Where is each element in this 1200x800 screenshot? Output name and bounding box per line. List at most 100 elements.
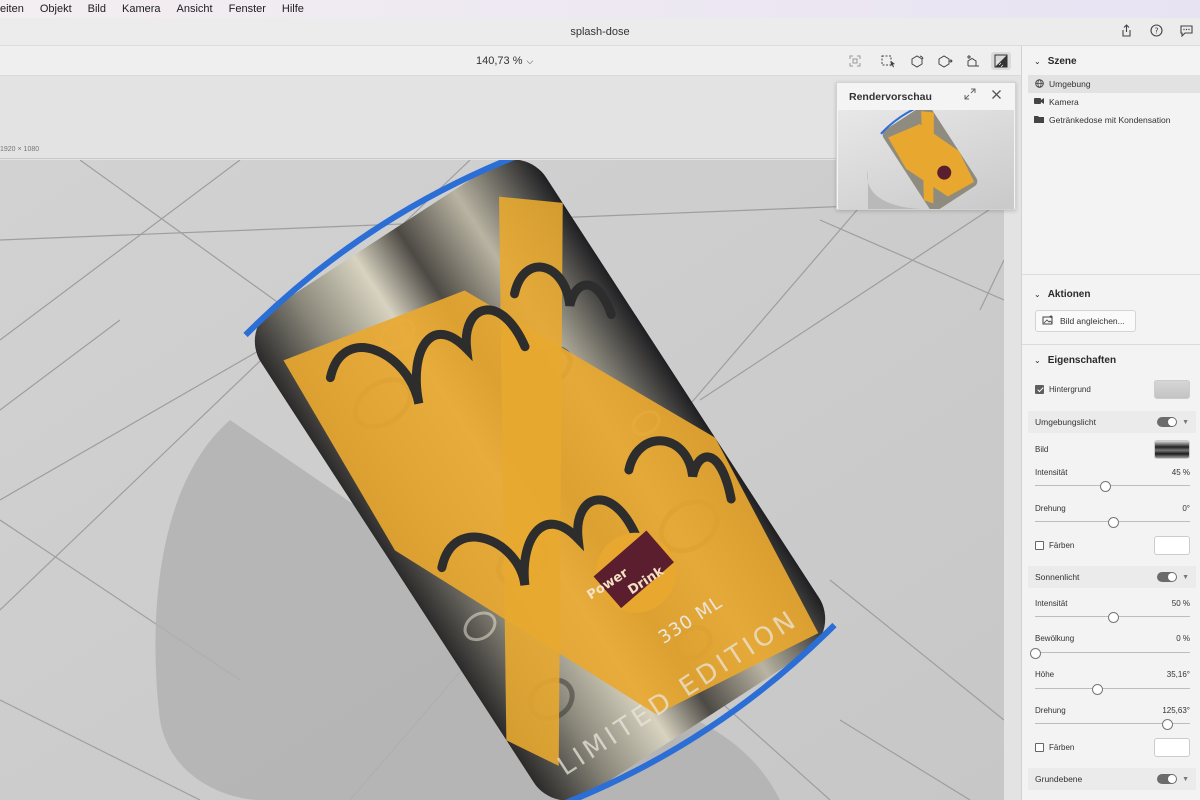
render-preview-panel: Rendervorschau — [836, 82, 1016, 210]
dolly-icon[interactable] — [963, 52, 983, 70]
ambient-image-label: Bild — [1035, 444, 1049, 454]
environment-image-swatch[interactable] — [1154, 439, 1190, 459]
ambient-rotation-slider[interactable] — [1035, 517, 1190, 528]
view-toolbar: 140,73 % ⌵ — [0, 46, 1021, 76]
scene-section-header[interactable]: ⌄ Szene — [1034, 56, 1077, 67]
scene-item-environment[interactable]: Umgebung — [1028, 75, 1200, 93]
sunlight-toggle[interactable] — [1157, 572, 1178, 582]
ambient-light-title: Umgebungslicht — [1035, 417, 1096, 427]
render-preview-image — [838, 110, 1014, 209]
match-image-button[interactable]: Bild angleichen... — [1035, 310, 1136, 332]
orbit-icon[interactable] — [907, 52, 927, 70]
sunlight-tint-swatch[interactable] — [1154, 737, 1190, 757]
sunlight-cloudiness-slider[interactable] — [1030, 648, 1190, 659]
ambient-rotation-row: Drehung 0° — [1035, 502, 1190, 514]
caret-down-icon[interactable]: ▼ — [1182, 776, 1189, 783]
svg-text:?: ? — [1154, 26, 1158, 35]
sunlight-rotation-row: Drehung 125,63° — [1035, 704, 1190, 716]
sunlight-tint-checkbox[interactable] — [1035, 742, 1044, 752]
background-row: Hintergrund — [1035, 379, 1190, 399]
slider-thumb[interactable] — [1107, 612, 1119, 623]
match-image-label: Bild angleichen... — [1060, 316, 1125, 326]
title-bar: splash-dose ? — [0, 18, 1200, 46]
sunlight-intensity-label: Intensität — [1035, 598, 1068, 608]
actions-section-title: Aktionen — [1047, 289, 1091, 300]
slider-thumb[interactable] — [1099, 481, 1111, 492]
sunlight-height-row: Höhe 35,16° — [1035, 668, 1190, 680]
menu-item-camera[interactable]: Kamera — [114, 3, 169, 15]
ambient-tint-swatch[interactable] — [1154, 535, 1190, 555]
ambient-intensity-slider[interactable] — [1035, 481, 1190, 492]
slider-thumb[interactable] — [1030, 648, 1041, 659]
actions-section-header[interactable]: ⌄ Aktionen — [1034, 289, 1090, 300]
ambient-tint-checkbox[interactable] — [1035, 540, 1044, 550]
ambient-rotation-label: Drehung — [1035, 503, 1066, 513]
artboard-size-label: 1920 × 1080 — [0, 146, 40, 153]
sunlight-title: Sonnenlicht — [1035, 572, 1080, 582]
background-checkbox[interactable] — [1035, 384, 1044, 394]
sunlight-intensity-row: Intensität 50 % — [1035, 597, 1190, 609]
chevron-down-icon: ⌄ — [1034, 290, 1041, 299]
sunlight-tint-label: Färben — [1049, 742, 1075, 752]
slider-thumb[interactable] — [1107, 517, 1119, 528]
sunlight-cloudiness-label: Bewölkung — [1035, 633, 1075, 643]
menu-item-image[interactable]: Bild — [80, 3, 114, 15]
select-icon[interactable] — [879, 52, 899, 70]
ambient-tint-label: Färben — [1049, 540, 1075, 550]
camera-icon — [1034, 97, 1044, 107]
scene-section-title: Szene — [1047, 56, 1077, 67]
ground-plane-group[interactable]: Grundebene ▼ — [1028, 768, 1196, 790]
properties-section-title: Eigenschaften — [1047, 355, 1117, 366]
menu-item-edit[interactable]: eiten — [0, 3, 32, 15]
artboard[interactable]: Power Drink 330 ML LIMITED EDITION — [0, 160, 1004, 800]
menu-item-view[interactable]: Ansicht — [169, 3, 221, 15]
help-icon[interactable]: ? — [1148, 24, 1164, 40]
menu-bar: eiten Objekt Bild Kamera Ansicht Fenster… — [0, 0, 1200, 18]
ambient-light-toggle[interactable] — [1157, 417, 1178, 427]
image-adjust-icon — [1042, 315, 1054, 327]
caret-down-icon[interactable]: ▼ — [1182, 419, 1189, 426]
ambient-image-row: Bild — [1035, 439, 1190, 459]
share-icon[interactable] — [1118, 24, 1134, 40]
ground-plane-title: Grundebene — [1035, 774, 1083, 784]
expand-icon[interactable] — [962, 88, 978, 104]
scene-render[interactable]: Power Drink 330 ML LIMITED EDITION — [0, 160, 1004, 800]
scene-item-label: Getränkedose mit Kondensation — [1049, 115, 1171, 125]
ambient-tint-row: Färben — [1035, 535, 1190, 555]
pan-icon[interactable] — [935, 52, 955, 70]
ambient-light-group[interactable]: Umgebungslicht ▼ — [1028, 411, 1196, 433]
menu-item-help[interactable]: Hilfe — [274, 3, 312, 15]
slider-thumb[interactable] — [1161, 719, 1173, 730]
sunlight-intensity-value: 50 % — [1171, 598, 1190, 608]
slider-thumb[interactable] — [1092, 684, 1103, 695]
globe-icon — [1034, 78, 1044, 90]
sunlight-height-slider[interactable] — [1035, 684, 1190, 695]
properties-section-header[interactable]: ⌄ Eigenschaften — [1034, 355, 1116, 366]
scene-item-label: Kamera — [1049, 97, 1079, 107]
scene-item-label: Umgebung — [1049, 79, 1091, 89]
caret-down-icon[interactable]: ▼ — [1182, 574, 1189, 581]
sunlight-intensity-slider[interactable] — [1035, 612, 1190, 623]
frame-icon[interactable] — [845, 52, 865, 70]
menu-item-window[interactable]: Fenster — [221, 3, 274, 15]
sunlight-group[interactable]: Sonnenlicht ▼ — [1028, 566, 1196, 588]
document-title: splash-dose — [570, 26, 630, 38]
sunlight-rotation-slider[interactable] — [1035, 719, 1190, 730]
scene-item-can-group[interactable]: Getränkedose mit Kondensation — [1034, 111, 1200, 129]
render-preview-icon[interactable] — [991, 52, 1011, 70]
ambient-rotation-value: 0° — [1182, 503, 1190, 513]
chevron-down-icon: ⌵ — [526, 55, 534, 66]
canvas-viewport[interactable]: 1920 × 1080 Power Drink 330 ML LIMITED E… — [0, 76, 1021, 800]
menu-item-object[interactable]: Objekt — [32, 3, 80, 15]
comment-icon[interactable] — [1178, 24, 1194, 40]
scene-item-camera[interactable]: Kamera — [1034, 93, 1200, 111]
background-color-swatch[interactable] — [1154, 379, 1190, 399]
sunlight-rotation-label: Drehung — [1035, 705, 1066, 715]
zoom-value: 140,73 % — [476, 55, 523, 67]
close-icon[interactable] — [988, 88, 1004, 104]
ground-plane-toggle[interactable] — [1157, 774, 1178, 784]
sunlight-rotation-value: 125,63° — [1162, 705, 1190, 715]
zoom-dropdown[interactable]: 140,73 % ⌵ — [476, 55, 533, 67]
background-label: Hintergrund — [1049, 384, 1091, 394]
sunlight-height-value: 35,16° — [1166, 669, 1190, 679]
